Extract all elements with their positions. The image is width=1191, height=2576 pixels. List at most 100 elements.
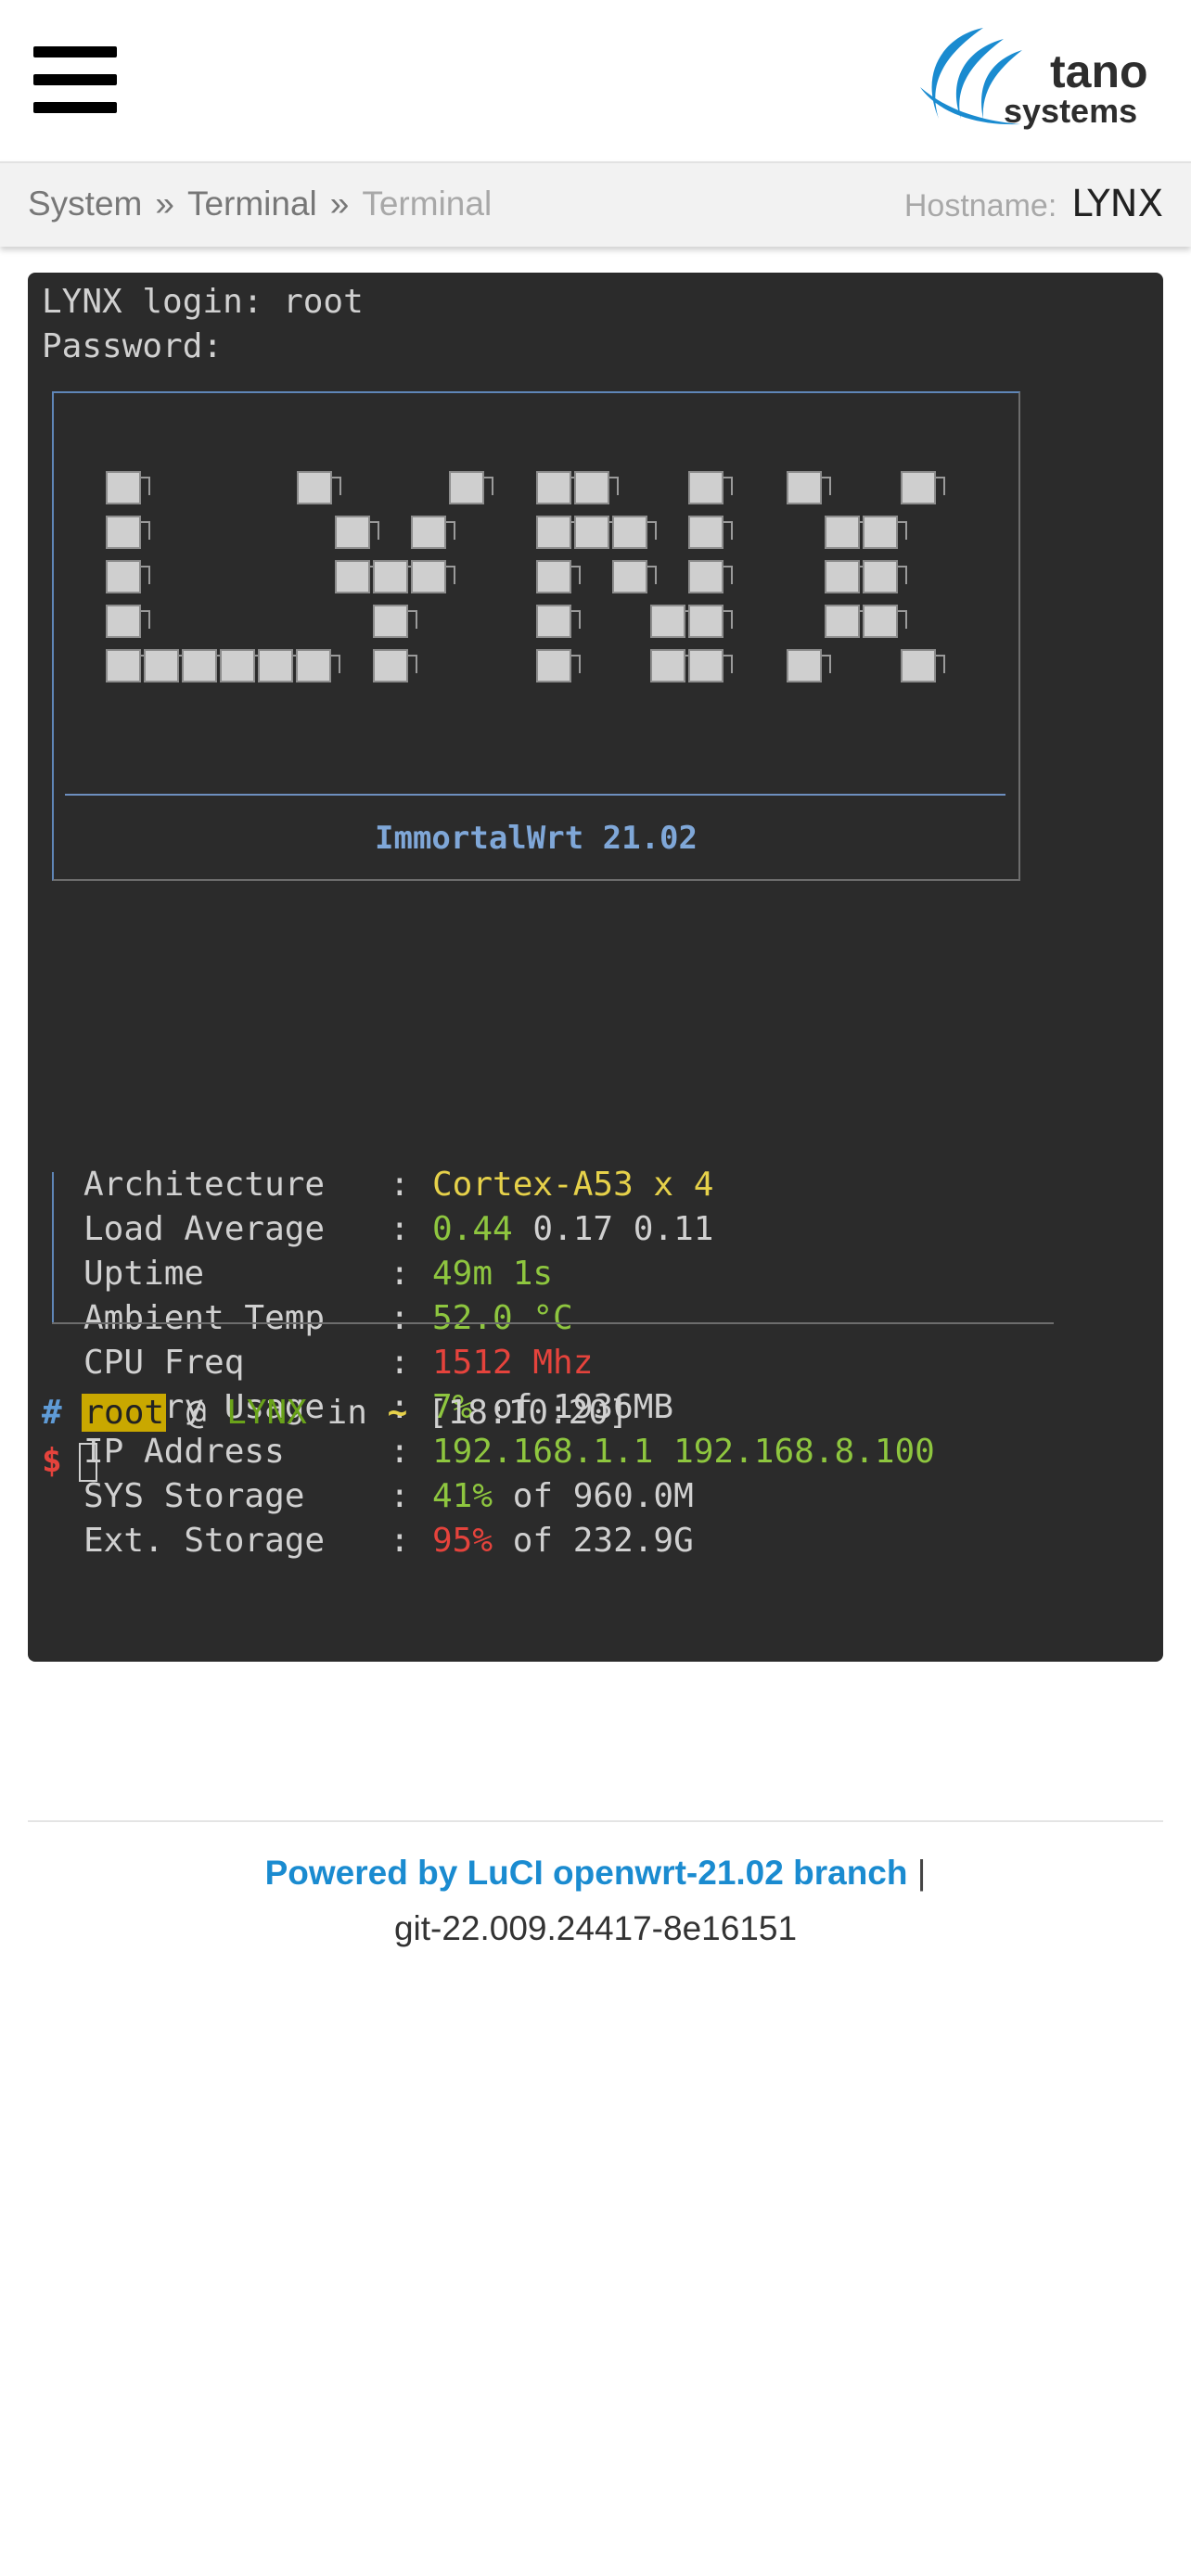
sysinfo-row: CPU Freq:1512 Mhz xyxy=(83,1341,593,1385)
footer-pipe: | xyxy=(916,1854,927,1892)
art-block xyxy=(787,649,822,682)
art-shadow xyxy=(898,610,907,629)
art-block xyxy=(106,649,141,682)
sysinfo-row: Ext. Storage:95% of 232.9G xyxy=(83,1519,694,1563)
art-shadow xyxy=(822,477,831,495)
art-shadow xyxy=(141,477,150,495)
prompt-dollar: $ xyxy=(42,1442,62,1480)
sysinfo-key: Ext. Storage xyxy=(83,1522,326,1560)
art-block xyxy=(220,649,255,682)
terminal-window[interactable]: LYNX login: root Password: ImmortalWrt 2… xyxy=(28,273,1163,1662)
breadcrumb-bar: System » Terminal » Terminal Hostname: LYNX xyxy=(0,161,1191,247)
art-shadow xyxy=(446,566,455,584)
info-left-rule xyxy=(52,1172,54,1324)
svg-text:systems: systems xyxy=(1004,92,1137,130)
art-shadow xyxy=(898,566,907,584)
prompt-line: # root @ LYNX in ~ [18:10:20] xyxy=(42,1391,629,1435)
prompt-hash: # xyxy=(42,1394,62,1432)
sysinfo-colon: : xyxy=(390,1210,410,1248)
art-block xyxy=(335,560,370,593)
art-block xyxy=(536,516,571,549)
art-block xyxy=(536,649,571,682)
sysinfo-key: Architecture xyxy=(83,1166,326,1204)
art-block xyxy=(612,560,647,593)
sysinfo-colon: : xyxy=(390,1166,410,1204)
sysinfo-value: of 960.0M xyxy=(493,1477,694,1515)
banner-divider xyxy=(65,794,1005,796)
breadcrumb-system[interactable]: System xyxy=(28,185,142,223)
prompt-user: root xyxy=(82,1394,167,1432)
art-block xyxy=(863,605,898,638)
art-block xyxy=(688,471,724,504)
banner-box: ImmortalWrt 21.02 xyxy=(52,391,1020,881)
art-block xyxy=(863,560,898,593)
tano-systems-logo[interactable]: tano systems xyxy=(918,22,1169,141)
hostname-label: Hostname: xyxy=(903,188,1057,223)
art-letter-x xyxy=(787,471,1028,703)
art-shadow xyxy=(571,566,581,584)
footer-version: git-22.009.24417-8e16151 xyxy=(393,1909,798,1947)
art-block xyxy=(688,605,724,638)
breadcrumb-terminal[interactable]: Terminal xyxy=(187,185,317,223)
art-shadow xyxy=(408,655,417,673)
art-shadow xyxy=(141,521,150,540)
sysinfo-value: 52.0 °C xyxy=(432,1299,573,1337)
art-block xyxy=(901,649,936,682)
sysinfo-key: SYS Storage xyxy=(83,1477,305,1515)
prompt-time: [18:10:20] xyxy=(427,1394,629,1432)
art-block xyxy=(106,605,141,638)
art-shadow xyxy=(446,521,455,540)
sysinfo-value: 95% xyxy=(432,1522,493,1560)
art-block xyxy=(688,560,724,593)
art-block xyxy=(297,471,332,504)
art-block xyxy=(373,605,408,638)
art-shadow xyxy=(571,610,581,629)
sysinfo-colon: : xyxy=(390,1477,410,1515)
luci-link[interactable]: Powered by LuCI openwrt-21.02 branch xyxy=(265,1854,908,1892)
sysinfo-key: CPU Freq xyxy=(83,1344,245,1382)
art-shadow xyxy=(484,477,493,495)
prompt-dir: ~ xyxy=(387,1394,408,1432)
art-block xyxy=(449,471,484,504)
input-line[interactable]: $ xyxy=(42,1439,97,1484)
art-shadow xyxy=(724,610,733,629)
breadcrumb-current: Terminal xyxy=(362,185,493,223)
art-block xyxy=(144,649,179,682)
art-block xyxy=(825,516,860,549)
hamburger-menu-icon[interactable] xyxy=(33,45,117,117)
sysinfo-value: 0.17 0.11 xyxy=(512,1210,714,1248)
art-shadow xyxy=(141,610,150,629)
art-shadow xyxy=(822,655,831,673)
login-line: LYNX login: root xyxy=(42,283,364,321)
art-block xyxy=(612,516,647,549)
hostname-display: Hostname: LYNX xyxy=(904,178,1163,230)
art-block xyxy=(106,560,141,593)
art-block xyxy=(688,516,724,549)
art-block xyxy=(536,560,571,593)
art-shadow xyxy=(332,477,341,495)
art-shadow xyxy=(609,477,619,495)
art-block xyxy=(106,471,141,504)
sysinfo-value: 0.44 xyxy=(432,1210,513,1248)
art-block xyxy=(373,649,408,682)
art-block xyxy=(411,516,446,549)
art-shadow xyxy=(936,477,945,495)
sysinfo-value: 1512 Mhz xyxy=(432,1344,594,1382)
hostname-value: LYNX xyxy=(1071,183,1163,225)
art-block xyxy=(373,560,408,593)
art-block xyxy=(574,516,609,549)
password-line: Password: xyxy=(42,327,224,365)
sysinfo-colon: : xyxy=(390,1433,410,1471)
sysinfo-colon: : xyxy=(390,1299,410,1337)
info-bottom-rule xyxy=(52,1322,1054,1324)
art-shadow xyxy=(724,655,733,673)
art-block xyxy=(901,471,936,504)
art-shadow xyxy=(936,655,945,673)
footer-divider xyxy=(28,1820,1163,1822)
art-shadow xyxy=(408,610,417,629)
footer: Powered by LuCI openwrt-21.02 branch | g… xyxy=(0,1845,1191,1957)
sysinfo-row: SYS Storage:41% of 960.0M xyxy=(83,1474,694,1519)
sysinfo-value: of 232.9G xyxy=(493,1522,694,1560)
sysinfo-value: 49m 1s xyxy=(432,1255,554,1293)
art-block xyxy=(825,605,860,638)
